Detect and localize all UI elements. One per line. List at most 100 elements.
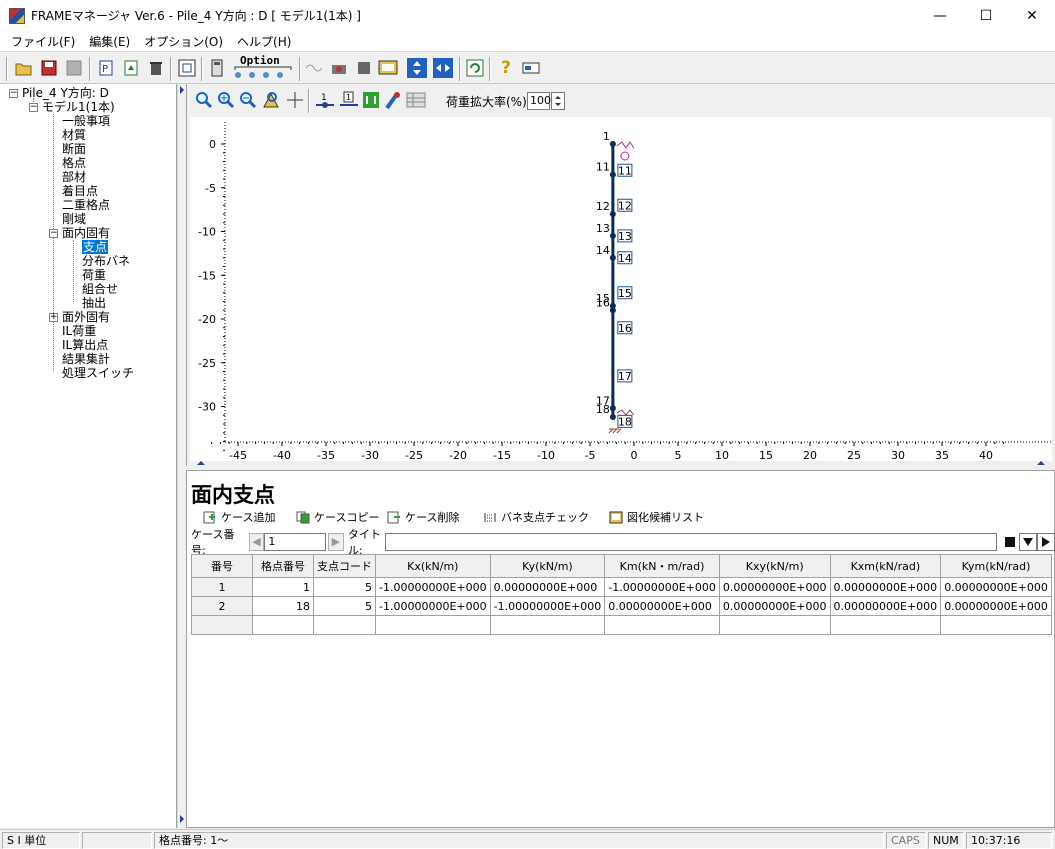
empty-cell[interactable]	[375, 615, 491, 635]
tree-item-switch[interactable]: 処理スイッチ	[62, 366, 134, 380]
load-icon[interactable]	[382, 89, 404, 111]
vertical-splitter[interactable]	[177, 84, 186, 828]
tree-item-focus-point[interactable]: 着目点	[62, 184, 98, 198]
empty-cell[interactable]	[829, 615, 942, 635]
node-number-icon[interactable]: 1	[314, 89, 336, 111]
empty-cell[interactable]	[489, 615, 606, 635]
frame-canvas[interactable]: 0 -5 -10 -15 -20 -25 -30 -45 -40 -35 -30 -25 -20 -15 -…	[190, 117, 1052, 462]
case-prev-button[interactable]: ◀	[248, 533, 265, 551]
tree-item-general[interactable]: 一般事項	[62, 114, 110, 128]
km-cell[interactable]: 0.00000000E+000	[604, 596, 720, 616]
load-scale-input[interactable]: 100	[527, 92, 551, 110]
kxm-cell[interactable]: 0.00000000E+000	[829, 596, 942, 616]
table-row[interactable]: 1 1 5 -1.00000000E+000 0.00000000E+000 -…	[191, 577, 1052, 597]
block-icon[interactable]	[353, 57, 375, 79]
title-input[interactable]	[384, 533, 998, 551]
ky-cell[interactable]: -1.00000000E+000	[489, 596, 606, 616]
wave-icon[interactable]	[303, 57, 325, 79]
support-code-cell[interactable]: 5	[313, 577, 376, 597]
dropdown-button[interactable]	[1019, 533, 1038, 551]
run-button[interactable]	[1037, 533, 1055, 551]
tree-root[interactable]: Pile_4 Y方向: D	[22, 86, 109, 100]
minimize-button[interactable]: —	[917, 0, 963, 31]
row-number[interactable]: 2	[191, 596, 253, 616]
member-number-icon[interactable]: 1	[338, 89, 360, 111]
km-cell[interactable]: -1.00000000E+000	[604, 577, 720, 597]
load-scale-spinner[interactable]	[551, 92, 565, 110]
open-folder-icon[interactable]	[13, 57, 35, 79]
kxy-cell[interactable]: 0.00000000E+000	[718, 577, 831, 597]
expand-toggle[interactable]: −	[29, 103, 38, 112]
support-icon[interactable]	[360, 89, 382, 111]
spring-check-button[interactable]: バネ支点チェック	[483, 509, 589, 525]
kx-cell[interactable]: -1.00000000E+000	[375, 596, 491, 616]
monitor-icon[interactable]	[377, 57, 399, 79]
vertical-arrows-icon[interactable]	[406, 57, 428, 79]
table-row[interactable]: 2 18 5 -1.00000000E+000 -1.00000000E+000…	[191, 596, 1052, 616]
zoom-icon[interactable]	[193, 89, 215, 111]
expand-toggle[interactable]: −	[9, 89, 18, 98]
kym-cell[interactable]: 0.00000000E+000	[940, 596, 1052, 616]
tree-item-distributed-spring[interactable]: 分布バネ	[82, 254, 130, 268]
help-icon[interactable]: ?	[495, 57, 517, 79]
support-code-cell[interactable]: 5	[313, 596, 376, 616]
save-disabled-icon[interactable]	[63, 57, 85, 79]
fit-view-icon[interactable]	[260, 89, 282, 111]
tree-item-extraction[interactable]: 抽出	[82, 296, 106, 310]
tree-item-il-point[interactable]: IL算出点	[62, 338, 108, 352]
maximize-button[interactable]: ☐	[963, 0, 1009, 31]
copy-case-button[interactable]: ケースコピー	[296, 509, 379, 525]
case-next-button[interactable]: ▶	[327, 533, 344, 551]
calculator-icon[interactable]	[206, 57, 228, 79]
diagram-candidate-button[interactable]: 図化候補リスト	[609, 509, 704, 525]
menu-edit[interactable]: 編集(E)	[82, 33, 137, 50]
menu-options[interactable]: オプション(O)	[137, 33, 230, 50]
refresh-icon[interactable]	[464, 57, 486, 79]
tree-item-in-plane[interactable]: 面内固有	[62, 226, 110, 240]
expand-toggle[interactable]: −	[49, 229, 58, 238]
crosshair-icon[interactable]	[284, 89, 306, 111]
row-number[interactable]	[191, 615, 253, 635]
save-icon[interactable]	[38, 57, 60, 79]
option-dots-icon[interactable]	[232, 66, 294, 80]
menu-file[interactable]: ファイル(F)	[4, 33, 82, 50]
trash-icon[interactable]	[145, 57, 167, 79]
kxy-cell[interactable]: 0.00000000E+000	[718, 596, 831, 616]
frame-view-icon[interactable]	[176, 57, 198, 79]
tree-item-summary[interactable]: 結果集計	[62, 352, 110, 366]
camera-icon[interactable]	[328, 57, 350, 79]
node-number-cell[interactable]: 18	[252, 596, 314, 616]
tree-item-double-node[interactable]: 二重格点	[62, 198, 110, 212]
tree-item-il-load[interactable]: IL荷重	[62, 324, 96, 338]
case-number-input[interactable]: 1	[264, 533, 326, 551]
tree-item-out-of-plane[interactable]: 面外固有	[62, 310, 110, 324]
delete-case-button[interactable]: ケース削除	[387, 509, 459, 525]
tree-item-section[interactable]: 断面	[62, 142, 86, 156]
kx-cell[interactable]: -1.00000000E+000	[375, 577, 491, 597]
stop-button[interactable]	[1001, 533, 1019, 551]
expand-toggle[interactable]: +	[49, 313, 58, 322]
close-button[interactable]: ✕	[1009, 0, 1055, 31]
print-icon[interactable]: P	[95, 57, 117, 79]
empty-cell[interactable]	[313, 615, 376, 635]
node-number-cell[interactable]: 1	[252, 577, 314, 597]
tree-item-member[interactable]: 部材	[62, 170, 86, 184]
empty-cell[interactable]	[940, 615, 1052, 635]
empty-cell[interactable]	[252, 615, 314, 635]
ky-cell[interactable]: 0.00000000E+000	[489, 577, 606, 597]
tree-item-node[interactable]: 格点	[62, 156, 86, 170]
row-number[interactable]: 1	[191, 577, 253, 597]
zoom-out-icon[interactable]	[237, 89, 259, 111]
menu-help[interactable]: ヘルプ(H)	[230, 33, 298, 50]
tree-item-rigid-zone[interactable]: 剛域	[62, 212, 86, 226]
kym-cell[interactable]: 0.00000000E+000	[940, 577, 1052, 597]
zoom-in-icon[interactable]	[215, 89, 237, 111]
horizontal-splitter-arrows[interactable]	[187, 461, 1055, 466]
tree-item-support[interactable]: 支点	[82, 240, 109, 254]
table-view-icon[interactable]	[405, 89, 427, 111]
tree-item-load[interactable]: 荷重	[82, 268, 106, 282]
tree-item-material[interactable]: 材質	[62, 128, 86, 142]
empty-cell[interactable]	[718, 615, 831, 635]
info-card-icon[interactable]	[520, 57, 542, 79]
frame-drawing[interactable]: 0 -5 -10 -15 -20 -25 -30 -45 -40 -35 -30 -25 -20 -15 -…	[190, 117, 1052, 462]
